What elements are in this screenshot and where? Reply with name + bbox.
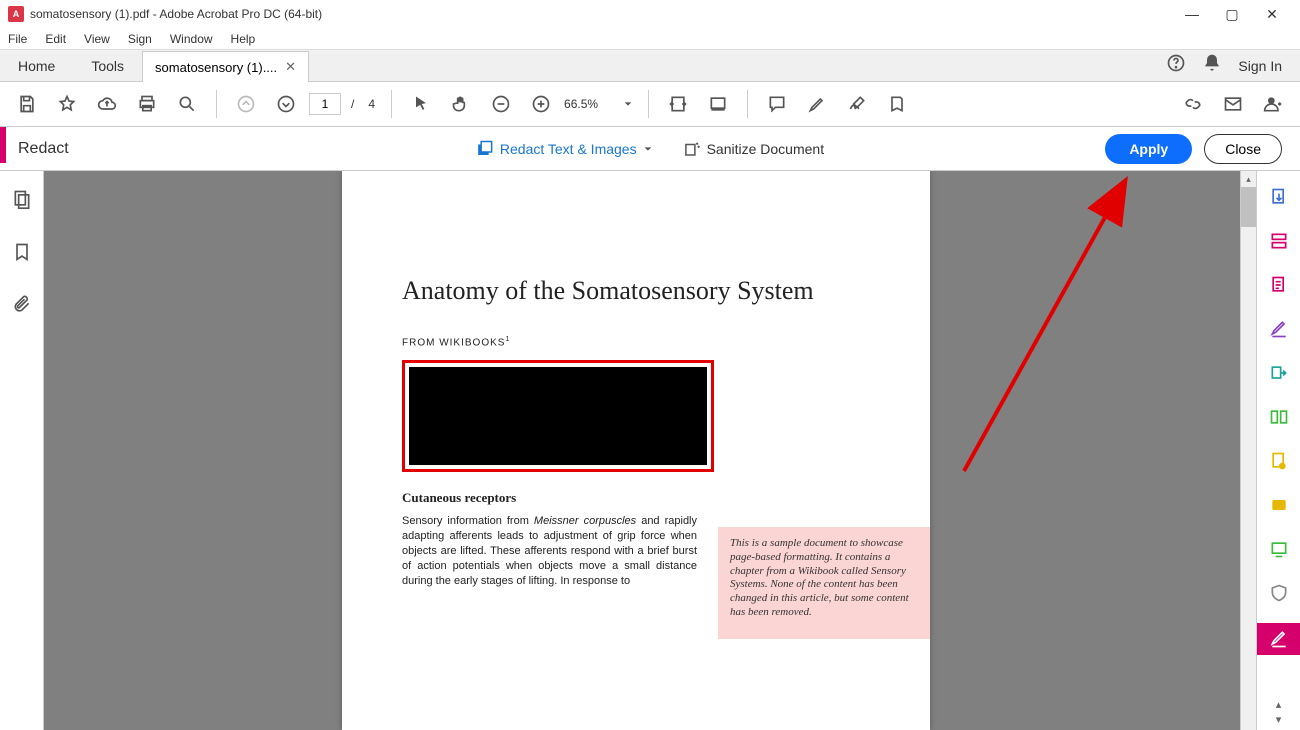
main-toolbar: / 4 66.5% [0, 82, 1300, 127]
maximize-button[interactable]: ▢ [1212, 0, 1252, 28]
body-text: Sensory information from Meissner corpus… [402, 514, 697, 588]
menu-bar: File Edit View Sign Window Help [0, 28, 1300, 50]
sign-icon[interactable] [840, 87, 874, 121]
scrollbar-thumb[interactable] [1241, 187, 1256, 227]
document-source: From Wikibooks1 [402, 336, 870, 348]
create-pdf-icon[interactable] [1265, 271, 1293, 299]
annotation-arrow [944, 171, 1204, 491]
left-sidebar [0, 171, 44, 730]
hand-tool-icon[interactable] [444, 87, 478, 121]
bell-icon[interactable] [1202, 53, 1222, 78]
scroll-up-icon[interactable]: ▴ [1241, 171, 1256, 187]
panel-down-icon[interactable]: ▾ [1276, 713, 1282, 726]
bookmark-icon[interactable] [12, 242, 32, 267]
sanitize-button[interactable]: Sanitize Document [683, 140, 825, 158]
help-icon[interactable] [1166, 53, 1186, 78]
page-total: 4 [368, 97, 375, 111]
main-area: ◀ Anatomy of the Somatosensory System Fr… [0, 171, 1300, 730]
protect-icon[interactable] [1265, 579, 1293, 607]
redact-text-images-button[interactable]: Redact Text & Images [476, 140, 653, 158]
tab-home[interactable]: Home [0, 50, 73, 81]
panel-up-icon[interactable]: ▴ [1276, 698, 1282, 711]
page-up-icon[interactable] [229, 87, 263, 121]
right-tools-panel: ▴ ▾ [1256, 171, 1300, 730]
app-icon: A [8, 6, 24, 22]
close-window-button[interactable]: ✕ [1252, 0, 1292, 28]
menu-sign[interactable]: Sign [128, 32, 152, 46]
window-title: somatosensory (1).pdf - Adobe Acrobat Pr… [30, 7, 1172, 21]
page-number-input[interactable] [309, 93, 341, 115]
cloud-upload-icon[interactable] [90, 87, 124, 121]
redact-label: Redact [18, 140, 69, 158]
redact-tool-icon[interactable] [1257, 623, 1300, 655]
sanitize-label: Sanitize Document [707, 141, 825, 157]
menu-view[interactable]: View [84, 32, 110, 46]
comment-icon[interactable] [760, 87, 794, 121]
page-separator: / [351, 97, 354, 111]
comment-tool-icon[interactable] [1265, 315, 1293, 343]
side-note: This is a sample document to showcase pa… [718, 527, 930, 639]
close-button[interactable]: Close [1204, 134, 1282, 164]
star-icon[interactable] [50, 87, 84, 121]
sign-in-link[interactable]: Sign In [1238, 58, 1282, 74]
print-icon[interactable] [130, 87, 164, 121]
attachment-icon[interactable] [12, 295, 32, 320]
minimize-button[interactable]: — [1172, 0, 1212, 28]
stamp-icon[interactable] [880, 87, 914, 121]
fill-sign-icon[interactable] [1265, 491, 1293, 519]
compress-icon[interactable] [1265, 447, 1293, 475]
vertical-scrollbar[interactable]: ▴ [1240, 171, 1256, 730]
export-pdf-icon[interactable] [1265, 183, 1293, 211]
add-person-icon[interactable] [1256, 87, 1290, 121]
menu-edit[interactable]: Edit [45, 32, 66, 46]
redaction-black-box [409, 367, 707, 465]
chevron-down-icon[interactable] [643, 144, 653, 154]
tab-document[interactable]: somatosensory (1).... ✕ [142, 51, 309, 82]
tab-bar: Home Tools somatosensory (1).... ✕ Sign … [0, 50, 1300, 82]
tab-close-icon[interactable]: ✕ [285, 59, 296, 75]
combine-files-icon[interactable] [1265, 359, 1293, 387]
apply-button[interactable]: Apply [1105, 134, 1192, 164]
select-tool-icon[interactable] [404, 87, 438, 121]
tab-document-label: somatosensory (1).... [155, 60, 277, 75]
tab-tools[interactable]: Tools [73, 50, 142, 81]
zoom-in-icon[interactable] [524, 87, 558, 121]
thumbnails-icon[interactable] [12, 189, 32, 214]
fit-width-icon[interactable] [661, 87, 695, 121]
menu-window[interactable]: Window [170, 32, 213, 46]
menu-file[interactable]: File [8, 32, 27, 46]
redact-accent-bar [0, 127, 6, 163]
zoom-out-icon[interactable] [484, 87, 518, 121]
send-for-comments-icon[interactable] [1265, 535, 1293, 563]
redact-toolbar: Redact Redact Text & Images Sanitize Doc… [0, 127, 1300, 171]
email-icon[interactable] [1216, 87, 1250, 121]
document-view[interactable]: Anatomy of the Somatosensory System From… [44, 171, 1240, 730]
share-link-icon[interactable] [1176, 87, 1210, 121]
pdf-page: Anatomy of the Somatosensory System From… [342, 171, 930, 730]
fit-page-icon[interactable] [701, 87, 735, 121]
menu-help[interactable]: Help [231, 32, 256, 46]
redact-text-label: Redact Text & Images [500, 141, 637, 157]
search-icon[interactable] [170, 87, 204, 121]
title-bar: A somatosensory (1).pdf - Adobe Acrobat … [0, 0, 1300, 28]
highlight-icon[interactable] [800, 87, 834, 121]
redaction-mark[interactable] [402, 360, 714, 472]
zoom-dropdown-icon[interactable] [620, 87, 636, 121]
save-icon[interactable] [10, 87, 44, 121]
page-down-icon[interactable] [269, 87, 303, 121]
zoom-value[interactable]: 66.5% [564, 97, 614, 111]
edit-pdf-icon[interactable] [1265, 227, 1293, 255]
organize-pages-icon[interactable] [1265, 403, 1293, 431]
document-title: Anatomy of the Somatosensory System [402, 276, 870, 306]
section-heading: Cutaneous receptors [402, 490, 870, 506]
